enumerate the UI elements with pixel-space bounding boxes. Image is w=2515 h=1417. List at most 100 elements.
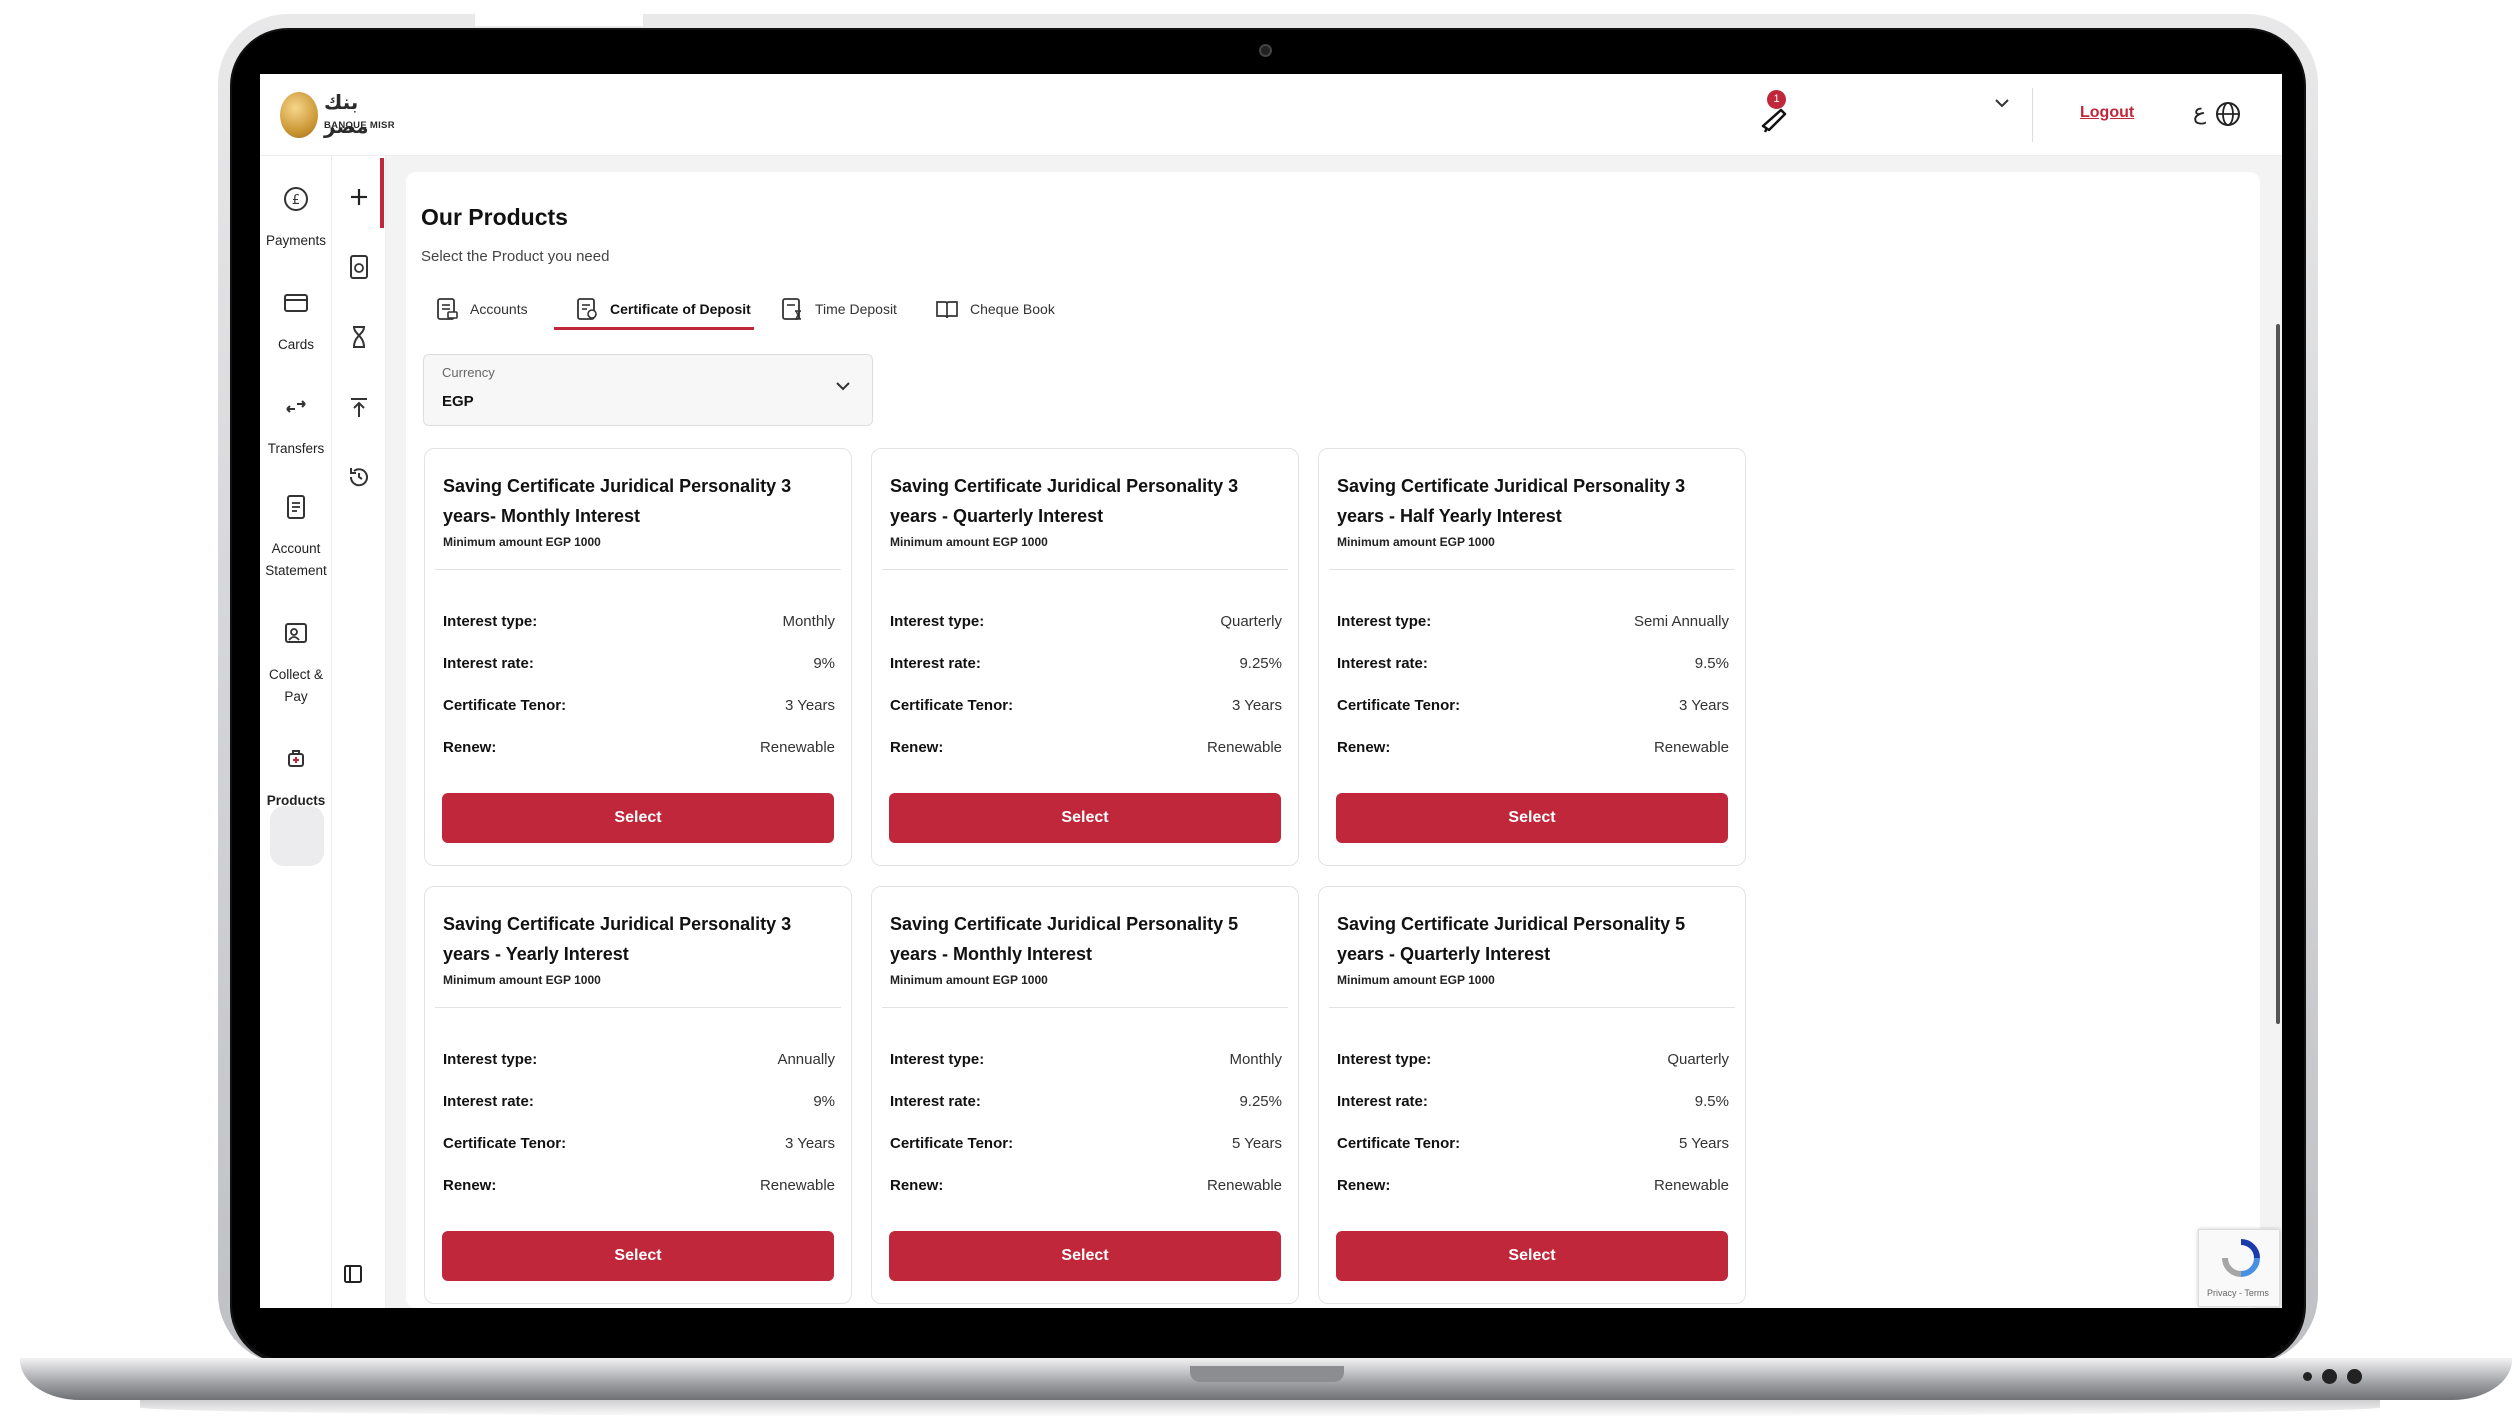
row-value: 9.25% xyxy=(1239,1093,1282,1110)
select-button[interactable]: Select xyxy=(442,793,834,843)
select-button[interactable]: Select xyxy=(889,1231,1281,1281)
sidebar-item-transfers[interactable]: Transfers xyxy=(260,392,332,460)
row-label: Certificate Tenor: xyxy=(443,1135,567,1152)
indicator-dot xyxy=(2347,1369,2362,1384)
plus-icon[interactable] xyxy=(344,182,374,212)
row-label: Interest type: xyxy=(890,613,985,630)
card-title: Saving Certificate Juridical Personality… xyxy=(890,914,1239,964)
accounts-icon xyxy=(437,298,458,320)
row-value: Renewable xyxy=(1653,1177,1729,1194)
row-value: 9.25% xyxy=(1239,655,1282,672)
hourglass-icon[interactable] xyxy=(344,322,374,352)
banque-misr-logo[interactable]: بنك مصر BANQUE MISR xyxy=(280,88,402,144)
active-tab-indicator xyxy=(554,327,754,330)
row-label: Renew: xyxy=(890,739,944,756)
scrollbar[interactable] xyxy=(2276,324,2280,1024)
card-divider xyxy=(435,569,841,570)
language-toggle[interactable]: ع xyxy=(2193,100,2206,125)
row-label: Interest rate: xyxy=(1337,1093,1428,1110)
card-title: Saving Certificate Juridical Personality… xyxy=(890,476,1239,526)
recaptcha-text[interactable]: Privacy - Terms xyxy=(2207,1288,2269,1298)
card-minimum: Minimum amount EGP 1000 xyxy=(1337,973,1495,987)
row-value: Renewable xyxy=(1206,1177,1282,1194)
camera-icon xyxy=(1259,44,1272,57)
card-minimum: Minimum amount EGP 1000 xyxy=(890,973,1048,987)
recaptcha-icon xyxy=(2222,1239,2260,1277)
top-bar: بنك مصر BANQUE MISR 1 Logout ع xyxy=(260,74,2282,156)
app-screen: بنك مصر BANQUE MISR 1 Logout ع £ Payment xyxy=(260,74,2282,1308)
sidebar-item-products[interactable]: Products xyxy=(260,744,332,812)
select-button[interactable]: Select xyxy=(442,1231,834,1281)
row-value: 9.5% xyxy=(1694,1093,1729,1110)
card-icon xyxy=(284,294,308,312)
product-card: Saving Certificate Juridical Personality… xyxy=(871,448,1299,866)
pound-coin-icon: £ xyxy=(284,187,308,211)
quick-actions-bar xyxy=(332,156,386,1308)
history-icon[interactable] xyxy=(344,462,374,492)
select-button[interactable]: Select xyxy=(1336,1231,1728,1281)
row-label: Interest rate: xyxy=(443,1093,534,1110)
card-minimum: Minimum amount EGP 1000 xyxy=(1337,535,1495,549)
row-label: Interest type: xyxy=(1337,613,1432,630)
tab-label: Cheque Book xyxy=(970,301,1055,317)
notification-badge: 1 xyxy=(1767,90,1786,109)
document-money-icon[interactable] xyxy=(344,252,374,282)
sidebar-item-label: Cards xyxy=(277,337,314,352)
row-value: Quarterly xyxy=(1667,1051,1729,1068)
tab-label: Accounts xyxy=(470,301,528,317)
row-value: 3 Years xyxy=(784,697,835,714)
row-label: Renew: xyxy=(1337,739,1391,756)
row-value: 3 Years xyxy=(784,1135,835,1152)
recaptcha-badge[interactable]: Privacy - Terms xyxy=(2198,1229,2280,1307)
logout-link[interactable]: Logout xyxy=(2080,104,2134,122)
row-value: 3 Years xyxy=(1231,697,1282,714)
product-card: Saving Certificate Juridical Personality… xyxy=(1318,886,1746,1304)
row-label: Interest rate: xyxy=(890,1093,981,1110)
row-label: Certificate Tenor: xyxy=(1337,1135,1461,1152)
row-value: 5 Years xyxy=(1678,1135,1729,1152)
sidebar-item-label: Transfers xyxy=(267,441,325,456)
tab-certificate-of-deposit[interactable]: Certificate of Deposit xyxy=(566,290,759,328)
row-value: Renewable xyxy=(759,739,835,756)
cheque-book-icon xyxy=(936,301,958,319)
quick-bar-accent xyxy=(380,158,384,228)
row-value: Monthly xyxy=(782,613,835,630)
sidebar-item-cards[interactable]: Cards xyxy=(260,288,332,356)
products-panel: Our Products Select the Product you need… xyxy=(406,172,2260,1308)
sidebar-item-account-statement[interactable]: Account Statement xyxy=(260,492,332,582)
sidebar-item-collect-pay[interactable]: Collect & Pay xyxy=(260,618,332,708)
card-divider xyxy=(1329,569,1735,570)
sidebar-item-label: Products xyxy=(266,793,326,808)
row-label: Certificate Tenor: xyxy=(1337,697,1461,714)
row-label: Interest rate: xyxy=(890,655,981,672)
card-divider xyxy=(435,1007,841,1008)
sidebar-item-label: Payments xyxy=(265,233,327,248)
row-label: Certificate Tenor: xyxy=(890,697,1014,714)
row-label: Interest type: xyxy=(443,613,538,630)
tab-time-deposit[interactable]: Time Deposit xyxy=(771,290,905,328)
indicator-dot xyxy=(2303,1372,2312,1381)
collapse-panel-icon[interactable] xyxy=(342,1263,364,1285)
row-label: Certificate Tenor: xyxy=(443,697,567,714)
currency-select[interactable]: Currency EGP xyxy=(423,354,873,426)
globe-icon[interactable] xyxy=(2215,101,2241,127)
card-title: Saving Certificate Juridical Personality… xyxy=(1337,476,1686,526)
tab-accounts[interactable]: Accounts xyxy=(426,290,536,328)
products-icon xyxy=(288,750,304,767)
main-sidebar: £ Payments Cards Transfers Account State… xyxy=(260,156,332,1308)
certificate-icon xyxy=(577,298,597,320)
transfer-arrows-icon xyxy=(286,400,306,413)
row-value: Semi Annually xyxy=(1633,613,1729,630)
tab-cheque-book[interactable]: Cheque Book xyxy=(926,290,1063,328)
upload-icon[interactable] xyxy=(344,392,374,422)
sidebar-item-payments[interactable]: £ Payments xyxy=(260,184,332,252)
select-button[interactable]: Select xyxy=(1336,793,1728,843)
chevron-down-icon[interactable] xyxy=(1993,94,2011,112)
logo-coin-icon xyxy=(280,92,318,138)
row-value: 9.5% xyxy=(1694,655,1729,672)
row-value: Monthly xyxy=(1229,1051,1282,1068)
row-label: Renew: xyxy=(443,1177,497,1194)
select-button[interactable]: Select xyxy=(889,793,1281,843)
row-value: Renewable xyxy=(1206,739,1282,756)
card-minimum: Minimum amount EGP 1000 xyxy=(890,535,1048,549)
